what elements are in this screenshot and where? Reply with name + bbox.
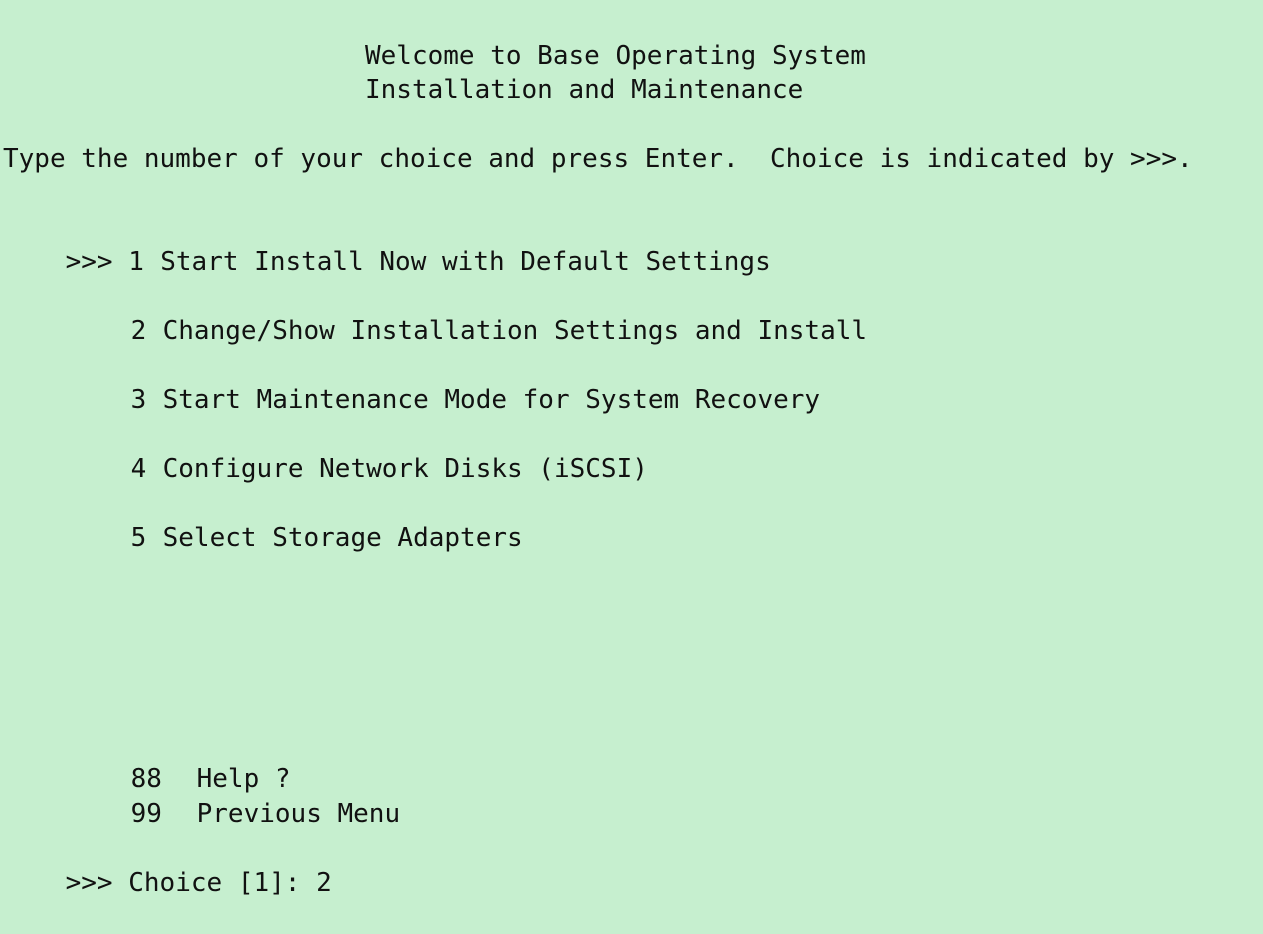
menu-option-number: 2 bbox=[130, 316, 147, 346]
menu-subtitle: Installation and Maintenance bbox=[365, 75, 804, 105]
menu-title: Welcome to Base Operating System bbox=[365, 41, 866, 71]
menu-option-4[interactable]: 4 Configure Network Disks (iSCSI) bbox=[68, 418, 648, 484]
menu-option-label: Start Maintenance Mode for System Recove… bbox=[162, 385, 821, 415]
menu-option-label: Previous Menu bbox=[196, 799, 401, 829]
instruction-text: Type the number of your choice and press… bbox=[3, 144, 1193, 174]
prompt-indicator: >>> bbox=[65, 868, 113, 898]
menu-option-label: Change/Show Installation Settings and In… bbox=[162, 316, 868, 346]
selection-indicator: >>> bbox=[65, 247, 113, 277]
prompt-label: Choice [1]: bbox=[128, 868, 301, 898]
help-option[interactable]: 88 Help ? bbox=[68, 728, 291, 794]
menu-option-number: 1 bbox=[128, 247, 144, 277]
menu-option-label: Configure Network Disks (iSCSI) bbox=[162, 454, 648, 484]
choice-prompt[interactable]: >>> Choice [1]: 2 bbox=[3, 832, 332, 898]
menu-option-1[interactable]: >>> 1 Start Install Now with Default Sett… bbox=[3, 211, 771, 277]
menu-option-number: 4 bbox=[130, 454, 147, 484]
menu-option-label: Select Storage Adapters bbox=[162, 523, 523, 553]
menu-option-number: 3 bbox=[130, 385, 147, 415]
menu-option-number: 5 bbox=[130, 523, 147, 553]
previous-menu-option[interactable]: 99 Previous Menu bbox=[68, 763, 401, 829]
menu-option-label: Start Install Now with Default Settings bbox=[160, 247, 771, 277]
menu-option-2[interactable]: 2 Change/Show Installation Settings and I… bbox=[68, 280, 867, 346]
menu-option-number: 99 bbox=[130, 799, 162, 829]
terminal-screen: Welcome to Base Operating System Install… bbox=[0, 0, 1263, 898]
menu-option-5[interactable]: 5 Select Storage Adapters bbox=[68, 487, 523, 553]
choice-input[interactable]: 2 bbox=[316, 866, 332, 900]
menu-option-3[interactable]: 3 Start Maintenance Mode for System Recov… bbox=[68, 349, 820, 415]
